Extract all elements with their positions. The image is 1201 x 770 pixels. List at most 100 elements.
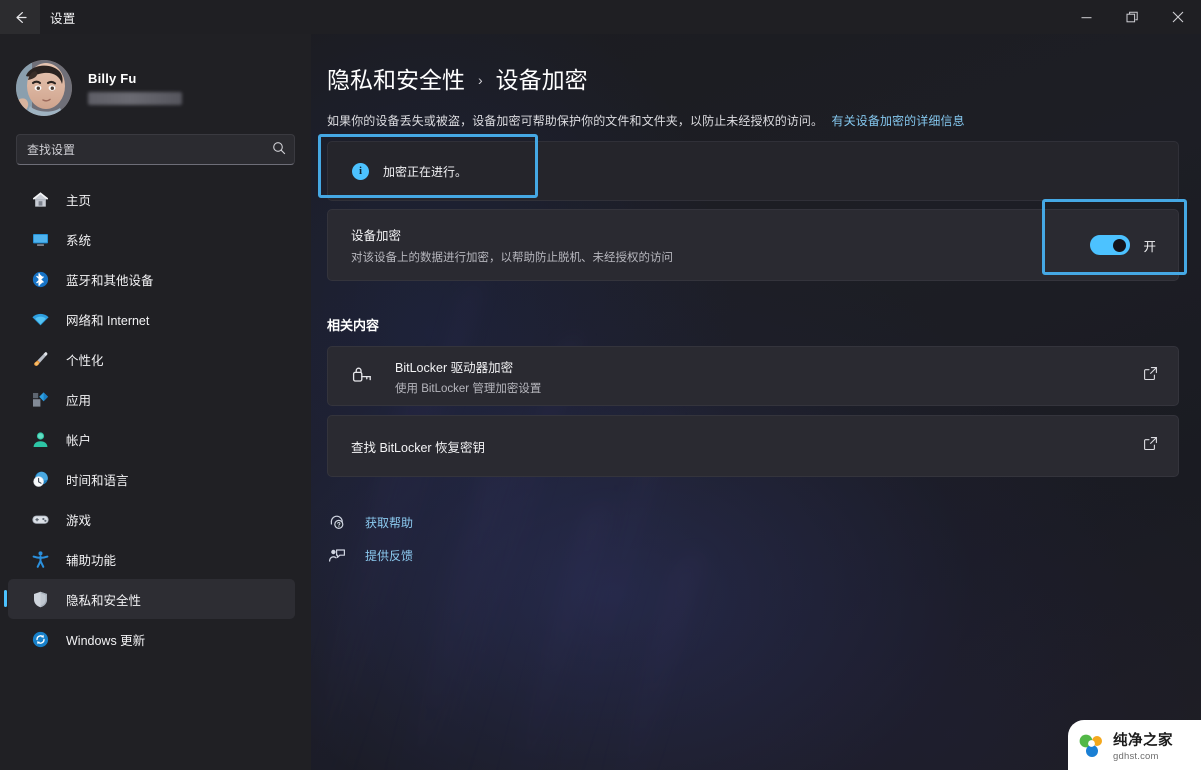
system-monitor-icon: [30, 229, 50, 249]
open-external-icon[interactable]: [1143, 436, 1158, 456]
recovery-key-title: 查找 BitLocker 恢复密钥: [351, 440, 486, 455]
sidebar-item-label: 主页: [66, 193, 92, 208]
sidebar-item-bluetooth[interactable]: 蓝牙和其他设备: [8, 259, 295, 299]
avatar: [16, 60, 72, 116]
sidebar-item-time-language[interactable]: 时间和语言: [8, 459, 295, 499]
main-padding: 隐私和安全性 › 设备加密 如果你的设备丢失或被盗，设备加密可帮助保护你的文件和…: [311, 34, 1201, 570]
bitlocker-key-icon: [351, 365, 373, 387]
minimize-button[interactable]: [1063, 0, 1109, 34]
watermark-url: gdhst.com: [1113, 750, 1159, 762]
page-title: 设备加密: [495, 67, 588, 93]
clock-globe-icon: [30, 469, 50, 489]
close-button[interactable]: [1155, 0, 1201, 34]
info-banner-text: 加密正在进行。: [383, 164, 468, 179]
sidebar-item-privacy-security[interactable]: 隐私和安全性: [4, 579, 295, 619]
accessibility-icon: [30, 549, 50, 569]
get-help-label: 获取帮助: [365, 515, 414, 530]
window-controls: [1063, 0, 1201, 34]
account-icon: [30, 429, 50, 449]
profile-name: Billy Fu: [88, 71, 137, 86]
sidebar-item-label: 隐私和安全性: [66, 593, 142, 608]
bluetooth-icon: [30, 269, 50, 289]
find-recovery-key-row[interactable]: 查找 BitLocker 恢复密钥: [327, 415, 1179, 477]
sidebar-item-accessibility[interactable]: 辅助功能: [8, 539, 295, 579]
sidebar-item-system[interactable]: 系统: [8, 219, 295, 259]
sidebar-item-home[interactable]: 主页: [8, 179, 295, 219]
bitlocker-texts: BitLocker 驱动器加密 使用 BitLocker 管理加密设置: [395, 357, 1143, 396]
minimize-icon: [1081, 16, 1091, 18]
page-description: 如果你的设备丢失或被盗，设备加密可帮助保护你的文件和文件夹，以防止未经授权的访问…: [320, 95, 1201, 129]
paintbrush-icon: [30, 349, 50, 369]
sidebar-item-windows-update[interactable]: Windows 更新: [8, 619, 295, 659]
apps-icon: [30, 389, 50, 409]
info-icon: i: [352, 162, 369, 180]
sidebar-item-network[interactable]: 网络和 Internet: [8, 299, 295, 339]
sidebar-nav: 主页 系统 蓝牙和其他设备 网络和 Internet 个性化 应用 帐户 时间和…: [0, 179, 311, 659]
title-bar: 设置: [0, 0, 1201, 34]
shield-icon: [30, 589, 50, 609]
give-feedback-link[interactable]: 提供反馈: [327, 540, 497, 570]
watermark-text: 纯净之家 gdhst.com: [1113, 729, 1173, 762]
user-avatar-image: [16, 60, 72, 116]
get-help-link[interactable]: 获取帮助: [327, 507, 497, 537]
page-description-text: 如果你的设备丢失或被盗，设备加密可帮助保护你的文件和文件夹，以防止未经授权的访问…: [327, 114, 824, 128]
sidebar-item-label: Windows 更新: [66, 633, 146, 648]
restore-icon: [1126, 11, 1138, 22]
sidebar-item-label: 网络和 Internet: [66, 313, 150, 328]
sidebar-item-label: 个性化: [66, 353, 104, 368]
breadcrumb: 隐私和安全性 › 设备加密: [320, 34, 1201, 95]
sidebar-item-accounts[interactable]: 帐户: [8, 419, 295, 459]
device-encryption-row[interactable]: 设备加密 对该设备上的数据进行加密，以帮助防止脱机、未经授权的访问 开: [327, 209, 1179, 281]
main-content: 隐私和安全性 › 设备加密 如果你的设备丢失或被盗，设备加密可帮助保护你的文件和…: [311, 34, 1201, 770]
learn-more-link[interactable]: 有关设备加密的详细信息: [832, 114, 965, 128]
help-icon: [327, 512, 347, 532]
bitlocker-title: BitLocker 驱动器加密: [395, 360, 514, 375]
settings-window: 设置 Billy Fu 查找设置 主页 系统 蓝牙和其他设备 网络和 Inter…: [0, 0, 1201, 770]
device-encryption-toggle-group: 开: [1090, 235, 1156, 255]
sidebar-item-apps[interactable]: 应用: [8, 379, 295, 419]
sidebar-item-label: 帐户: [66, 433, 92, 448]
restore-button[interactable]: [1109, 0, 1155, 34]
back-button[interactable]: [0, 0, 40, 34]
window-title: 设置: [50, 11, 76, 26]
pinwheel-logo: [1076, 730, 1107, 761]
close-icon: [1172, 11, 1184, 23]
watermark: 纯净之家 gdhst.com: [1068, 720, 1201, 770]
sidebar-item-label: 应用: [66, 393, 92, 408]
related-section-title: 相关内容: [327, 318, 380, 333]
search-icon[interactable]: [272, 141, 286, 160]
watermark-name: 纯净之家: [1113, 732, 1173, 749]
breadcrumb-parent[interactable]: 隐私和安全性: [327, 61, 465, 95]
search-input[interactable]: [16, 134, 295, 165]
give-feedback-label: 提供反馈: [365, 548, 414, 563]
toggle-knob: [1113, 239, 1127, 252]
open-external-icon[interactable]: [1143, 366, 1158, 386]
feedback-icon: [327, 545, 347, 565]
sidebar-item-gaming[interactable]: 游戏: [8, 499, 295, 539]
sidebar-item-label: 辅助功能: [66, 553, 117, 568]
footer-links: 获取帮助 提供反馈: [327, 507, 1201, 570]
device-encryption-subtitle: 对该设备上的数据进行加密，以帮助防止脱机、未经授权的访问: [351, 252, 673, 264]
update-icon: [30, 629, 50, 649]
device-encryption-texts: 设备加密 对该设备上的数据进行加密，以帮助防止脱机、未经授权的访问: [351, 225, 1090, 265]
bitlocker-drive-encryption-row[interactable]: BitLocker 驱动器加密 使用 BitLocker 管理加密设置: [327, 346, 1179, 406]
sidebar-item-personalization[interactable]: 个性化: [8, 339, 295, 379]
arrow-left-icon: [15, 11, 27, 23]
sidebar: Billy Fu 查找设置 主页 系统 蓝牙和其他设备 网络和 Internet…: [0, 34, 311, 770]
sidebar-item-label: 游戏: [66, 513, 92, 528]
bitlocker-subtitle: 使用 BitLocker 管理加密设置: [395, 382, 542, 395]
profile-email-redacted: [88, 92, 182, 105]
gamepad-icon: [30, 509, 50, 529]
info-banner: i 加密正在进行。: [327, 141, 1179, 201]
search-section: [16, 134, 295, 165]
profile-text: Billy Fu: [88, 71, 182, 105]
sidebar-item-label: 系统: [66, 233, 92, 248]
sidebar-item-label: 蓝牙和其他设备: [66, 273, 154, 288]
toggle-state-label: 开: [1143, 239, 1156, 254]
device-encryption-title: 设备加密: [351, 229, 402, 243]
profile-section[interactable]: Billy Fu: [0, 34, 311, 120]
recovery-key-texts: 查找 BitLocker 恢复密钥: [351, 437, 1143, 456]
device-encryption-toggle[interactable]: [1090, 235, 1131, 255]
sidebar-item-label: 时间和语言: [66, 473, 129, 488]
chevron-right-icon: ›: [478, 72, 483, 88]
